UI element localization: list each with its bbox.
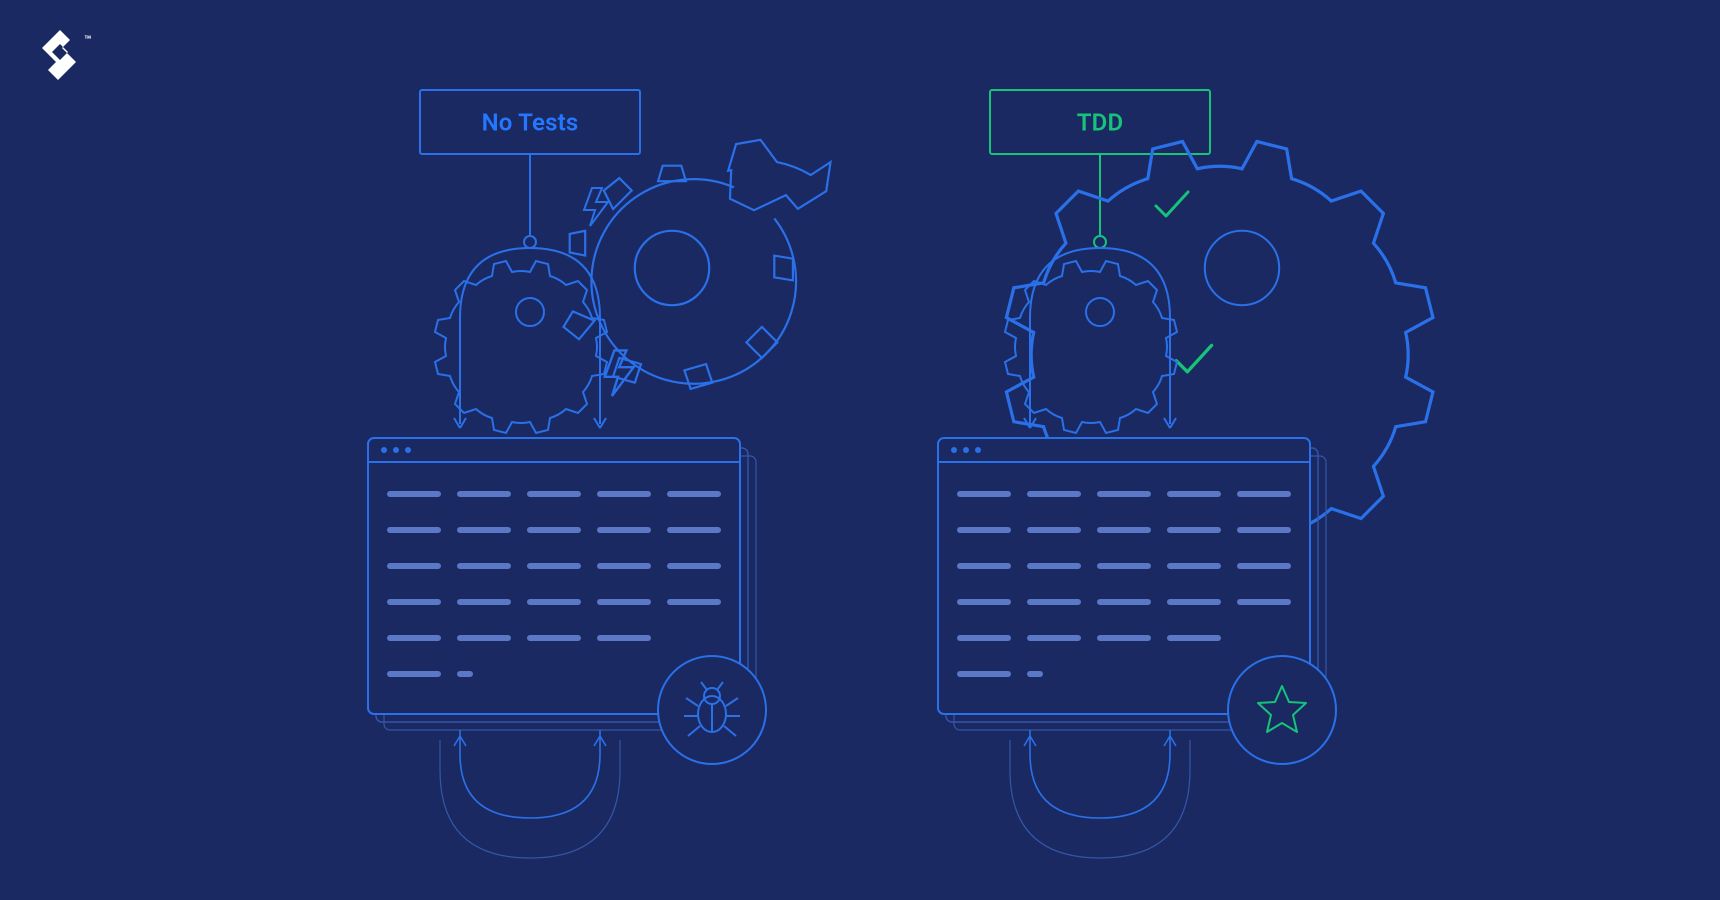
window-dot-icon [963, 447, 969, 453]
brand-logo: ™ [42, 30, 92, 80]
feedback-loop [1010, 730, 1190, 858]
feedback-loop [440, 730, 620, 858]
window-dot-icon [975, 447, 981, 453]
result-badge-bug [658, 656, 766, 764]
panel-tdd: TDD [938, 90, 1433, 858]
connector-node-icon [524, 236, 536, 248]
window-dot-icon [405, 447, 411, 453]
result-badge-star [1228, 656, 1336, 764]
connector-node-icon [1094, 236, 1106, 248]
checkmark-icon [1176, 345, 1211, 371]
label-no-tests: No Tests [482, 108, 579, 136]
label-box-no-tests: No Tests [420, 90, 640, 154]
panel-no-tests: No Tests [368, 90, 838, 858]
label-tdd: TDD [1077, 108, 1124, 136]
window-dot-icon [393, 447, 399, 453]
checkmark-icon [1156, 192, 1188, 216]
illustration-root: ™ No Tests [0, 0, 1720, 900]
trademark-symbol: ™ [84, 33, 92, 47]
gear-broken-icon [564, 129, 838, 389]
window-dot-icon [381, 447, 387, 453]
window-dot-icon [951, 447, 957, 453]
